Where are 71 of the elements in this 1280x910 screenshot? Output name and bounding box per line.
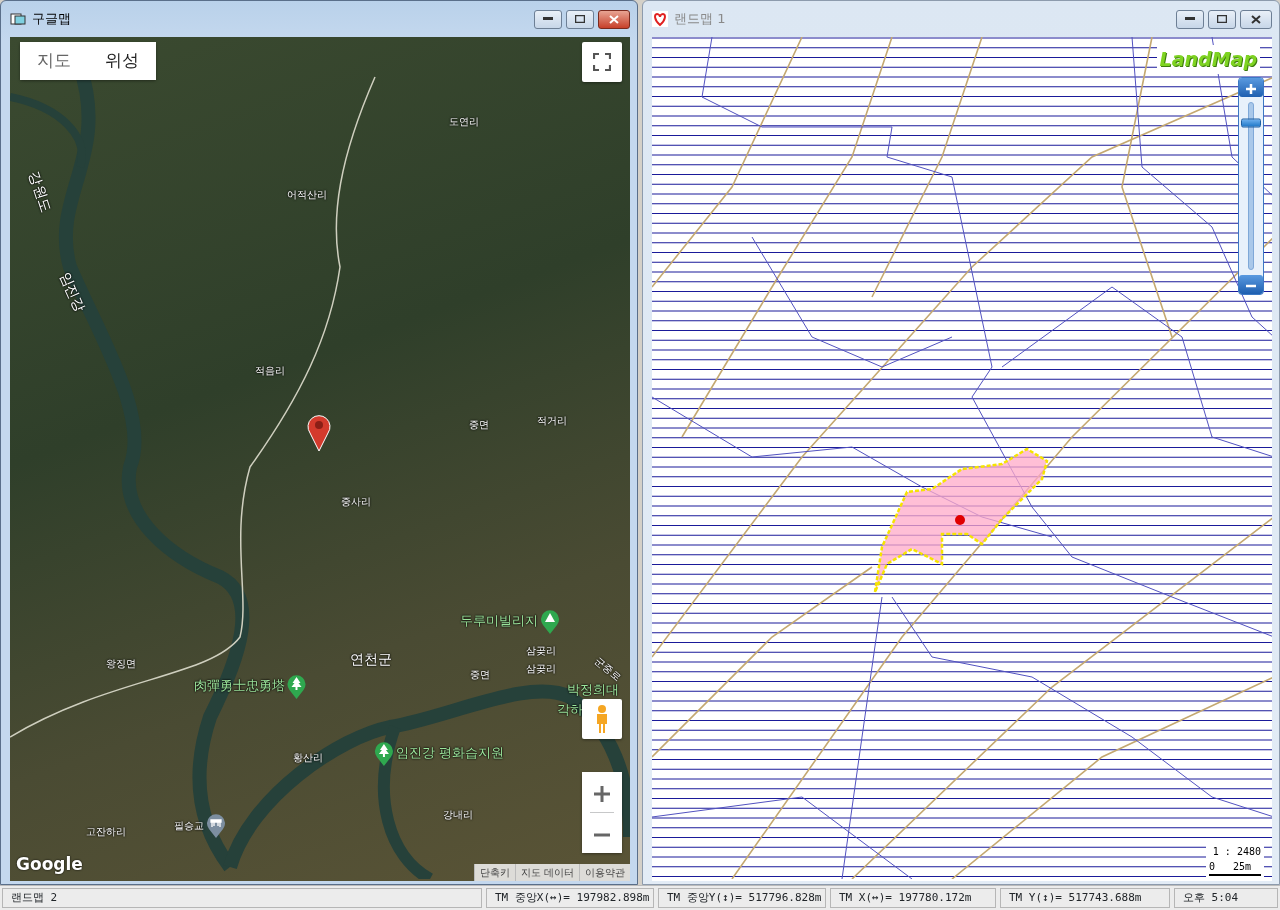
scale-ratio: 1 : 2480 xyxy=(1212,845,1261,859)
close-icon xyxy=(609,14,619,24)
location-pin-icon xyxy=(307,413,331,453)
maximize-button[interactable] xyxy=(1208,9,1236,29)
status-text: TM 중앙X(↔)= 197982.898m xyxy=(486,888,654,908)
status-text: TM X(↔)= 197780.172m xyxy=(830,888,996,908)
fullscreen-button[interactable] xyxy=(582,42,622,82)
tree-pin-icon xyxy=(286,673,307,699)
location-dot xyxy=(955,515,965,525)
app-icon xyxy=(10,12,26,26)
status-text: 오후 5:04 xyxy=(1174,888,1278,908)
minus-icon xyxy=(1246,283,1256,288)
map-label: 어적산리 xyxy=(287,188,327,200)
google-logo: Google xyxy=(16,852,83,876)
slider-thumb[interactable] xyxy=(1241,118,1261,128)
window-title: 구글맵 xyxy=(32,10,71,29)
fullscreen-icon xyxy=(593,53,611,71)
zoom-in-button[interactable] xyxy=(1239,78,1263,97)
maximize-icon xyxy=(1217,15,1227,23)
map-label: 필승교 xyxy=(174,819,204,831)
zoom-slider[interactable] xyxy=(1238,77,1264,295)
zoom-in-button[interactable] xyxy=(582,772,622,812)
map-label: 고잔하리 xyxy=(86,825,126,837)
tent-pin-icon xyxy=(540,608,560,634)
map-label: 삼곶리 xyxy=(526,644,556,656)
close-button[interactable] xyxy=(598,9,630,29)
map-type-tab[interactable]: 위성 xyxy=(88,42,156,80)
close-button[interactable] xyxy=(1240,9,1272,29)
close-icon xyxy=(1251,14,1261,24)
map-label: 강원도 xyxy=(26,169,54,215)
status-text: TM 중앙Y(↕)= 517796.828m xyxy=(658,888,826,908)
zoom-out-button[interactable] xyxy=(1239,275,1263,294)
plus-icon xyxy=(593,784,611,803)
map-label: 황산리 xyxy=(293,751,323,763)
map-label: 왕징면 xyxy=(106,657,136,669)
map-label: 두루미빌리지 xyxy=(460,613,538,629)
bridge-pin-icon xyxy=(206,812,226,838)
pegman-icon xyxy=(594,704,610,734)
minimize-icon xyxy=(543,17,553,21)
footer-link[interactable]: 지도 데이터 xyxy=(514,864,579,881)
map-label: 강내리 xyxy=(443,808,473,820)
map-label: 적음리 xyxy=(255,364,285,376)
minimize-icon xyxy=(1185,17,1195,21)
maximize-icon xyxy=(575,15,585,23)
scale-start: 0 xyxy=(1208,860,1215,874)
map-label: 각하 xyxy=(557,702,583,718)
map-label: 중면 xyxy=(470,668,490,680)
map-label: 박정희대 xyxy=(567,682,619,698)
status-text: TM Y(↕)= 517743.688m xyxy=(1000,888,1170,908)
map-label: 중사리 xyxy=(341,495,371,507)
footer-link[interactable]: 단축키 xyxy=(473,864,515,881)
map-label: 연천군 xyxy=(350,652,392,668)
plus-icon xyxy=(1246,83,1256,94)
map-label: 임진강 평화습지원 xyxy=(395,745,505,761)
minimize-button[interactable] xyxy=(534,9,562,29)
map-label: 중면 xyxy=(469,418,489,430)
map-label: 적거리 xyxy=(537,414,567,426)
map-label: 肉彈勇士忠勇塔 xyxy=(193,678,285,694)
map-label: 도연리 xyxy=(449,115,479,127)
window-title: 랜드맵 1 xyxy=(674,10,726,29)
landmap-logo: LandMap xyxy=(1156,45,1260,74)
tree-pin-icon xyxy=(373,740,394,766)
heart-icon xyxy=(652,11,668,27)
minimize-button[interactable] xyxy=(1176,9,1204,29)
footer-link[interactable]: 이용약관 xyxy=(579,864,630,881)
map-type-tab[interactable]: 지도 xyxy=(20,42,88,80)
scale-end: 25m xyxy=(1232,860,1251,874)
minus-icon xyxy=(593,832,611,837)
status-text: 랜드맵 2 xyxy=(2,888,482,908)
map-label: 삼곶리 xyxy=(526,662,556,674)
maximize-button[interactable] xyxy=(566,9,594,29)
